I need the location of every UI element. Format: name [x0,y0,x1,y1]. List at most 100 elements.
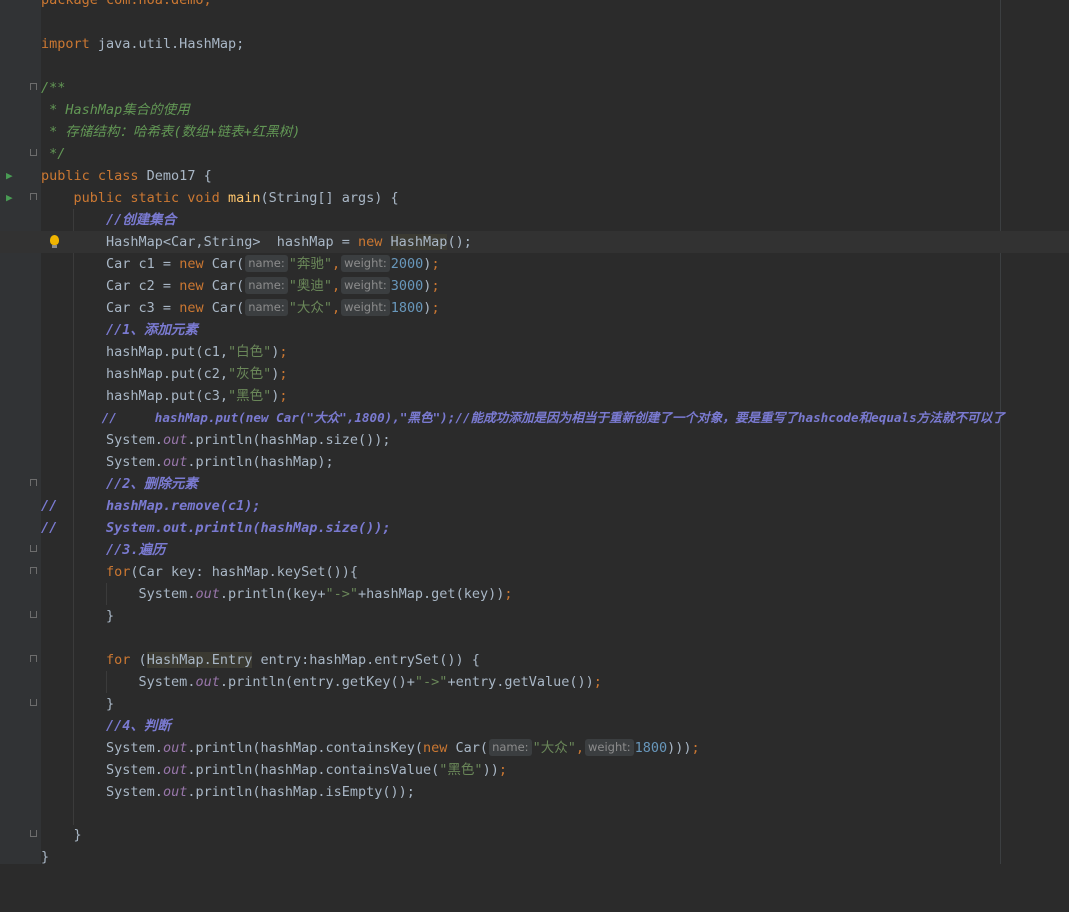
fold-icon[interactable] [30,149,37,156]
param-hint: name: [489,739,532,756]
keyword: public static void [73,190,220,206]
code-line: * 存储结构：哈希表(数组+链表+红黑树) [0,121,1069,143]
keyword: new [179,300,204,316]
call: .println(key+ [219,586,326,602]
fold-icon[interactable] [30,611,37,618]
number: 1800 [634,740,668,756]
code-line: //4、判断 [0,715,1069,737]
field: out [162,762,188,778]
code-line: //2、删除元素 [0,473,1069,495]
punct: ))) [667,740,692,756]
string: "->" [414,674,448,690]
fold-icon[interactable] [30,699,37,706]
code-line: hashMap.put(c1,"白色"); [0,341,1069,363]
string: "奥迪" [288,278,332,294]
string: "黑色" [227,388,272,404]
method-params: (String[] args) { [260,190,399,206]
comment: //创建集合 [106,212,177,228]
code-line: hashMap.put(c3,"黑色"); [0,385,1069,407]
fold-icon[interactable] [30,545,37,552]
punct: } [106,608,115,624]
fold-icon[interactable] [30,830,37,837]
punct: } [41,849,50,865]
code-line-current: HashMap<Car,String> hashMap = new HashMa… [0,231,1069,253]
doc-comment: */ [41,146,66,162]
code-line: ▶ public class Demo17 { [0,165,1069,187]
param-hint: name: [245,299,288,316]
call: .println(hashMap); [187,454,334,470]
code-line: * HashMap集合的使用 [0,99,1069,121]
number: 1800 [390,300,424,316]
keyword: for [106,652,131,668]
highlighted-type: HashMap [390,234,448,250]
run-icon[interactable]: ▶ [6,187,13,209]
code-line: } [0,605,1069,627]
param-hint: weight: [341,277,390,294]
field: out [162,784,188,800]
comment: // hashMap.remove(c1); [41,498,261,514]
string: "黑色" [439,762,483,778]
param-hint: weight: [584,739,634,756]
punct: ; [593,674,602,690]
run-icon[interactable]: ▶ [6,165,13,187]
punct: , [331,300,341,316]
code-line: //1、添加元素 [0,319,1069,341]
ctor: Car( [203,256,245,272]
code-line: System.out.println(hashMap.containsKey(n… [0,737,1069,759]
code-line: //3.遍历 [0,539,1069,561]
field: out [195,586,220,602]
punct: , [331,278,341,294]
fold-icon[interactable] [30,83,37,90]
declaration: HashMap<Car,String> hashMap = [106,234,358,250]
declaration: Car c1 = [106,256,180,272]
string: "大众" [532,740,576,756]
punct: ; [279,366,288,382]
keyword: new [179,278,204,294]
punct: ; [431,278,440,294]
code-line: } [0,693,1069,715]
string: "奔驰" [288,256,332,272]
loop-header: entry:hashMap.entrySet()) { [252,652,480,668]
punct: ; [691,740,700,756]
call: .println(hashMap.containsKey( [187,740,424,756]
param-hint: weight: [341,299,390,316]
field: out [162,740,188,756]
param-hint: name: [245,255,288,272]
call: hashMap.put(c3, [106,388,228,404]
punct: ( [130,652,147,668]
call: .println(hashMap.isEmpty()); [187,784,415,800]
fold-icon[interactable] [30,655,37,662]
code-line: System.out.println(hashMap.isEmpty()); [0,781,1069,803]
keyword: import [41,36,90,52]
code-line: package com.hoa.demo; [0,0,1069,11]
call: +entry.getValue()) [447,674,594,690]
keyword: new [179,256,204,272]
call: System. [138,674,196,690]
code-line: // System.out.println(hashMap.size()); [0,517,1069,539]
fold-icon[interactable] [30,567,37,574]
comment: // System.out.println(hashMap.size()); [41,520,391,536]
keyword: new [358,234,383,250]
ctor: Car( [447,740,489,756]
code-editor[interactable]: package com.hoa.demo; import java.util.H… [0,0,1069,865]
ctor: Car( [203,300,245,316]
code-line: */ [0,143,1069,165]
punct: } [73,827,82,843]
keyword: new [423,740,448,756]
code-line: Car c2 = new Car(name: "奥迪", weight: 3000); [0,275,1069,297]
declaration: Car c2 = [106,278,180,294]
fold-icon[interactable] [30,479,37,486]
string: "灰色" [227,366,272,382]
fold-icon[interactable] [30,193,37,200]
call: System. [106,784,163,800]
punct: )) [482,762,499,778]
number: 3000 [390,278,424,294]
punct: , [575,740,584,756]
call: System. [106,740,163,756]
comment: //3.遍历 [106,542,166,558]
code-line: import java.util.HashMap; [0,33,1069,55]
loop-header: (Car key: hashMap.keySet()){ [130,564,358,580]
code-line: for (HashMap.Entry entry:hashMap.entrySe… [0,649,1069,671]
punct: ; [279,344,288,360]
code-line: System.out.println(entry.getKey()+"->"+e… [0,671,1069,693]
